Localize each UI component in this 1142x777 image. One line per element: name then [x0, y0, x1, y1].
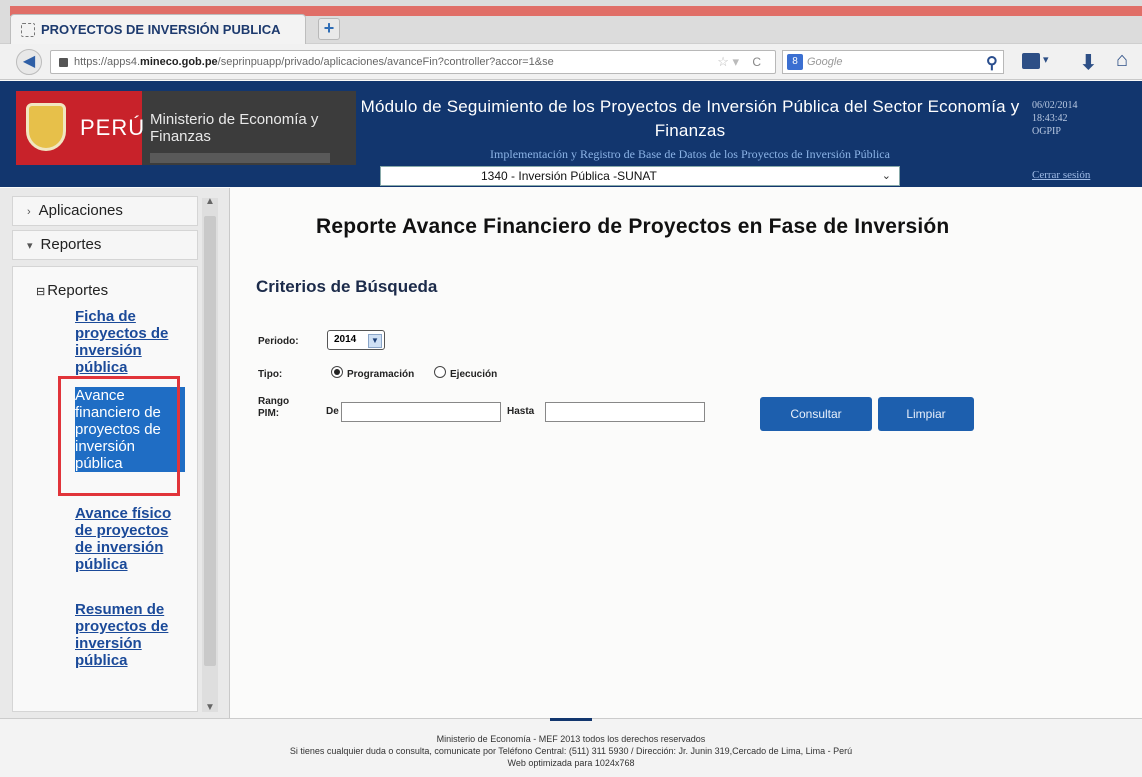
type-label: Tipo:: [258, 369, 283, 380]
pim-to-input[interactable]: [545, 402, 705, 422]
to-label: Hasta: [507, 406, 535, 417]
tree-link-resumen[interactable]: Resumen de proyectos de inversión públic…: [75, 601, 185, 669]
session-info: 06/02/2014 18:43:42 OGPIP: [1032, 99, 1078, 138]
radio-programacion[interactable]: [331, 366, 343, 378]
browser-tab[interactable]: PROYECTOS DE INVERSIÓN PUBLICA: [10, 14, 306, 44]
chevron-right-icon: ›: [27, 206, 31, 218]
session-office: OGPIP: [1032, 126, 1061, 137]
scroll-down-icon[interactable]: ▼: [202, 702, 218, 713]
screen: { "browser": { "tab_title": "PROYECTOS D…: [0, 0, 1142, 777]
tree-node-label: Reportes: [47, 282, 109, 299]
session-time: 18:43:42: [1032, 113, 1068, 124]
page-favicon-icon: [21, 22, 35, 37]
range-pim-label: Rango PIM:: [258, 396, 290, 419]
scrollbar-thumb[interactable]: [204, 216, 216, 666]
module-subtitle: Implementación y Registro de Base de Dat…: [490, 147, 890, 161]
tree-node-reportes[interactable]: ⊟ Reportes: [36, 282, 108, 299]
search-engine-icon[interactable]: 8: [787, 54, 803, 70]
highlight-annotation: [58, 376, 180, 496]
chevron-down-icon[interactable]: ▾: [1043, 53, 1049, 66]
session-date: 06/02/2014: [1032, 100, 1078, 111]
search-criteria-heading: Criterios de Búsqueda: [256, 277, 438, 296]
chevron-down-icon[interactable]: ⌄: [882, 167, 891, 185]
star-icon[interactable]: ☆ ▾: [717, 54, 739, 70]
peru-brand-block: PERÚ: [16, 91, 146, 165]
url-prefix: https://apps4.: [74, 56, 141, 68]
sidebar-item-label: Aplicaciones: [38, 202, 123, 219]
footer-contact: Si tienes cualquier duda o consulta, com…: [289, 746, 853, 756]
logout-link[interactable]: Cerrar sesión: [1032, 169, 1090, 181]
chevron-down-icon: ▾: [27, 240, 33, 252]
chevron-down-icon[interactable]: ▼: [368, 334, 382, 348]
search-placeholder: Google: [807, 56, 843, 68]
period-select[interactable]: 2014 ▼: [327, 330, 385, 350]
ministry-reflection: [150, 153, 330, 163]
period-label: Periodo:: [258, 336, 299, 347]
bookmarks-icon[interactable]: [1022, 53, 1040, 69]
tree-link-ficha[interactable]: Ficha de proyectos de inversión pública: [75, 308, 185, 376]
radio-ejecucion-label[interactable]: Ejecución: [450, 369, 497, 380]
tree-link-avance-fisico[interactable]: Avance físico de proyectos de inversión …: [75, 505, 185, 573]
page-title: Reporte Avance Financiero de Proyectos e…: [316, 215, 950, 238]
ministry-logo: PERÚ Ministerio de Economía y Finanzas: [16, 91, 356, 165]
consultar-button[interactable]: Consultar: [760, 397, 872, 431]
entity-selected-value: 1340 - Inversión Pública -SUNAT: [481, 169, 657, 183]
ministry-name: Ministerio de Economía y Finanzas: [150, 111, 319, 145]
radio-programacion-label[interactable]: Programación: [347, 369, 414, 380]
sidebar: › Aplicaciones ▾ Reportes ⊟ Reportes Ficha …: [0, 188, 230, 718]
sidebar-item-label: Reportes: [40, 236, 102, 253]
browser-nav-bar: ◀ https://apps4. mineco.gob.pe/seprinpuap…: [0, 44, 1142, 80]
browser-tab-bar: PROYECTOS DE INVERSIÓN PUBLICA +: [0, 0, 1142, 44]
country-name: PERÚ: [80, 115, 146, 140]
period-value: 2014: [334, 334, 357, 345]
back-arrow-icon[interactable]: ◀: [16, 49, 42, 75]
footer-copyright: Ministerio de Economía - MEF 2013 todos …: [436, 734, 706, 744]
radio-ejecucion[interactable]: [434, 366, 446, 378]
collapse-icon[interactable]: ⊟: [36, 286, 45, 298]
reload-icon[interactable]: C: [752, 55, 761, 69]
pim-from-input[interactable]: [341, 402, 501, 422]
download-icon[interactable]: ⬇: [1080, 50, 1097, 75]
scroll-up-icon[interactable]: ▲: [202, 196, 218, 207]
search-icon[interactable]: ⚲: [986, 53, 998, 73]
entity-select[interactable]: 1340 - Inversión Pública -SUNAT ⌄: [380, 166, 900, 186]
coat-of-arms-icon: [26, 103, 66, 151]
sidebar-item-reportes[interactable]: ▾ Reportes: [12, 230, 198, 260]
site-header: PERÚ Ministerio de Economía y Finanzas M…: [0, 81, 1142, 187]
footer-accent: [550, 718, 592, 721]
limpiar-button[interactable]: Limpiar: [878, 397, 974, 431]
lock-icon: [59, 57, 68, 67]
home-icon[interactable]: ⌂: [1116, 49, 1128, 72]
search-bar[interactable]: 8 Google: [782, 50, 1004, 74]
tab-title: PROYECTOS DE INVERSIÓN PUBLICA: [41, 22, 281, 37]
address-bar[interactable]: https://apps4. mineco.gob.pe/seprinpuapp/…: [50, 50, 776, 74]
new-tab-button[interactable]: +: [318, 18, 340, 40]
sidebar-item-aplicaciones[interactable]: › Aplicaciones: [12, 196, 198, 226]
footer-optimized: Web optimizada para 1024x768: [507, 758, 635, 768]
from-label: De: [326, 406, 339, 417]
module-title: Módulo de Seguimiento de los Proyectos d…: [360, 97, 1020, 140]
url-path: /seprinpuapp/privado/aplicaciones/avance…: [217, 56, 554, 68]
url-host: mineco.gob.pe: [140, 56, 218, 68]
